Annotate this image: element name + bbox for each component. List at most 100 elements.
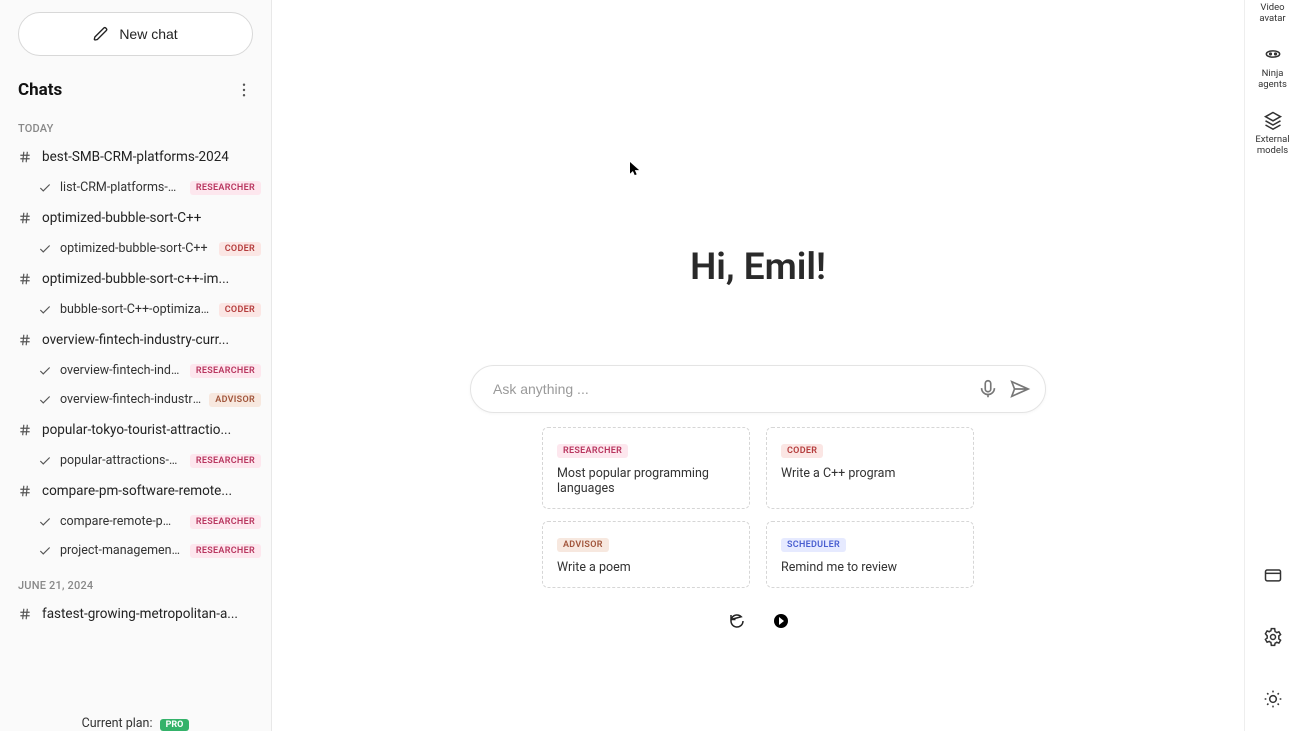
prompt-controls: [728, 612, 788, 630]
hash-icon: [18, 423, 32, 437]
role-badge: RESEARCHER: [190, 515, 261, 529]
sub-thread-label: bubble-sort-C++-optimization: [60, 302, 211, 317]
role-badge: RESEARCHER: [190, 454, 261, 468]
thread-title[interactable]: fastest-growing-metropolitan-a...: [18, 598, 265, 630]
refresh-icon[interactable]: [728, 612, 746, 630]
thread-title[interactable]: optimized-bubble-sort-c++-im...: [18, 263, 265, 295]
check-icon: [38, 242, 52, 256]
sub-thread-label: overview-fintech-industry: [60, 363, 182, 378]
rail-ninja-agents[interactable]: Ninja agents: [1249, 44, 1297, 90]
suggestion-text: Write a C++ program: [781, 466, 959, 481]
thread-label: best-SMB-CRM-platforms-2024: [42, 149, 261, 165]
suggestion-text: Write a poem: [557, 560, 735, 575]
new-chat-label: New chat: [119, 26, 177, 42]
ninja-icon: [1263, 44, 1283, 64]
suggestion-card[interactable]: RESEARCHER Most popular programming langu…: [542, 427, 750, 509]
sidebar: New chat Chats TODAY best-SMB-CRM-platfo…: [0, 0, 272, 731]
hash-icon: [18, 272, 32, 286]
sub-thread-label: overview-fintech-industry-...: [60, 392, 201, 407]
role-badge: RESEARCHER: [190, 364, 261, 378]
role-badge: RESEARCHER: [557, 444, 628, 458]
hash-icon: [18, 484, 32, 498]
check-icon: [38, 393, 52, 407]
rail-external-label: External models: [1249, 134, 1297, 156]
date-group-today: TODAY: [18, 122, 265, 135]
role-badge: CODER: [219, 242, 261, 256]
right-rail: Video avatar Ninja agents External model…: [1244, 0, 1300, 731]
thread-label: compare-pm-software-remote...: [42, 483, 261, 499]
microphone-icon[interactable]: [977, 378, 999, 400]
thread-title[interactable]: popular-tokyo-tourist-attractio...: [18, 414, 265, 446]
thread-label: optimized-bubble-sort-C++: [42, 210, 261, 226]
thread-title[interactable]: compare-pm-software-remote...: [18, 475, 265, 507]
suggestion-text: Most popular programming languages: [557, 466, 735, 496]
thread-title[interactable]: optimized-bubble-sort-C++: [18, 202, 265, 234]
send-icon[interactable]: [1009, 378, 1031, 400]
role-badge: CODER: [781, 444, 823, 458]
plan-label: Current plan:: [82, 716, 153, 731]
sub-thread-label: optimized-bubble-sort-C++: [60, 241, 211, 256]
hash-icon: [18, 211, 32, 225]
layers-icon: [1263, 110, 1283, 130]
sub-thread[interactable]: overview-fintech-industry RESEARCHER: [18, 356, 265, 385]
chats-heading: Chats: [18, 80, 62, 100]
check-icon: [38, 181, 52, 195]
sub-thread-label: project-management-s...: [60, 543, 182, 558]
main-area: Hi, Emil! RESEARCHER Most popular program…: [272, 0, 1244, 731]
rail-video-avatar[interactable]: Video avatar: [1249, 2, 1297, 24]
check-icon: [38, 303, 52, 317]
more-vertical-icon[interactable]: [235, 81, 253, 99]
role-badge: CODER: [219, 303, 261, 317]
sub-thread[interactable]: list-CRM-platforms-SM... RESEARCHER: [18, 173, 265, 202]
check-icon: [38, 544, 52, 558]
role-badge: RESEARCHER: [190, 181, 261, 195]
hash-icon: [18, 333, 32, 347]
sub-thread[interactable]: bubble-sort-C++-optimization CODER: [18, 295, 265, 324]
suggestion-card[interactable]: CODER Write a C++ program: [766, 427, 974, 509]
sub-thread[interactable]: overview-fintech-industry-... ADVISOR: [18, 385, 265, 414]
rail-ninja-label: Ninja agents: [1249, 68, 1297, 90]
sun-icon[interactable]: [1263, 689, 1283, 709]
suggestion-grid: RESEARCHER Most popular programming langu…: [542, 427, 974, 588]
rail-external-models[interactable]: External models: [1249, 110, 1297, 156]
sub-thread[interactable]: popular-attractions-Tok... RESEARCHER: [18, 446, 265, 475]
plan-bar: Current plan: PRO: [0, 706, 271, 731]
sub-thread-label: compare-remote-pm-s...: [60, 514, 182, 529]
role-badge: ADVISOR: [209, 393, 261, 407]
sub-thread-label: list-CRM-platforms-SM...: [60, 180, 182, 195]
thread-label: popular-tokyo-tourist-attractio...: [42, 422, 261, 438]
new-chat-button[interactable]: New chat: [18, 12, 253, 56]
sub-thread[interactable]: compare-remote-pm-s... RESEARCHER: [18, 507, 265, 536]
check-icon: [38, 454, 52, 468]
sub-thread-label: popular-attractions-Tok...: [60, 453, 182, 468]
role-badge: RESEARCHER: [190, 544, 261, 558]
chat-list: TODAY best-SMB-CRM-platforms-2024 list-CR…: [0, 108, 271, 706]
greeting-text: Hi, Emil!: [690, 246, 826, 289]
check-icon: [38, 364, 52, 378]
settings-icon[interactable]: [1263, 627, 1283, 647]
check-icon: [38, 515, 52, 529]
role-badge: ADVISOR: [557, 538, 609, 552]
mouse-cursor-icon: [630, 162, 640, 181]
date-group-jun21: JUNE 21, 2024: [18, 579, 265, 592]
suggestion-card[interactable]: SCHEDULER Remind me to review: [766, 521, 974, 588]
sub-thread[interactable]: project-management-s... RESEARCHER: [18, 536, 265, 565]
rail-video-label: Video avatar: [1249, 2, 1297, 24]
ask-input-row: [470, 365, 1046, 413]
ask-input[interactable]: [493, 381, 967, 397]
thread-title[interactable]: overview-fintech-industry-curr...: [18, 324, 265, 356]
wallet-icon[interactable]: [1263, 565, 1283, 585]
thread-title[interactable]: best-SMB-CRM-platforms-2024: [18, 141, 265, 173]
thread-label: fastest-growing-metropolitan-a...: [42, 606, 261, 622]
role-badge: SCHEDULER: [781, 538, 846, 552]
hash-icon: [18, 607, 32, 621]
hash-icon: [18, 150, 32, 164]
plan-badge: PRO: [160, 719, 190, 731]
suggestion-text: Remind me to review: [781, 560, 959, 575]
thread-label: optimized-bubble-sort-c++-im...: [42, 271, 261, 287]
suggestion-card[interactable]: ADVISOR Write a poem: [542, 521, 750, 588]
sub-thread[interactable]: optimized-bubble-sort-C++ CODER: [18, 234, 265, 263]
thread-label: overview-fintech-industry-curr...: [42, 332, 261, 348]
play-icon[interactable]: [774, 614, 788, 628]
pencil-icon: [93, 26, 109, 42]
